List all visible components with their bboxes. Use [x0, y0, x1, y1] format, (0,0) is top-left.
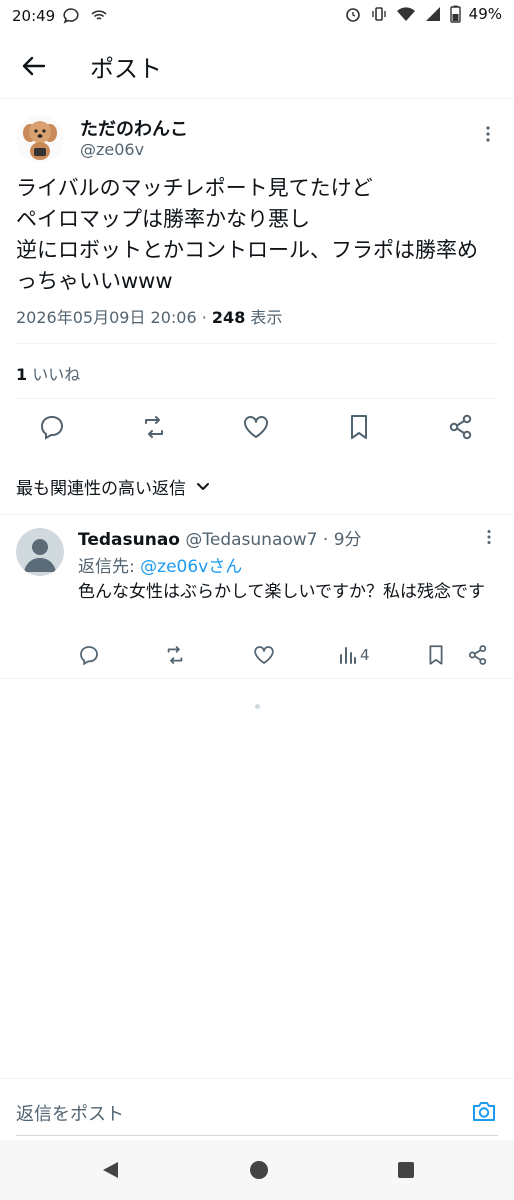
reply-sort-dropdown[interactable]: 最も関連性の高い返信 [16, 474, 210, 499]
alarm-icon [344, 5, 362, 23]
reply-share-button[interactable] [466, 643, 490, 667]
likes-label: いいね [32, 365, 81, 384]
page-title: ポスト [90, 55, 162, 83]
reply-to-line: 返信先: @ze06vさん [78, 552, 242, 577]
reply-button[interactable] [37, 412, 67, 442]
share-button[interactable] [446, 412, 476, 442]
bookmark-icon [429, 645, 443, 665]
bookmark-icon [351, 415, 367, 439]
divider [16, 343, 498, 344]
default-avatar-icon [24, 539, 56, 572]
nav-recents-button[interactable] [397, 1161, 415, 1179]
reply-like-button[interactable] [252, 643, 276, 667]
like-icon [254, 646, 274, 664]
reply-icon [40, 415, 64, 440]
reply-bookmark-button[interactable] [424, 643, 448, 667]
views-icon [340, 647, 356, 664]
circle-home-icon [250, 1161, 268, 1179]
bookmark-button[interactable] [344, 412, 374, 442]
author-avatar[interactable] [16, 115, 64, 163]
reply-avatar[interactable] [16, 528, 64, 576]
status-time: 20:49 [12, 7, 56, 25]
likes-summary[interactable]: 1 いいね [16, 361, 80, 385]
reply-icon [80, 646, 98, 666]
reply-reply-button[interactable] [77, 643, 101, 667]
triangle-back-icon [103, 1162, 118, 1178]
share-icon [449, 414, 472, 440]
chat-bubble-icon [62, 7, 80, 25]
battery-icon [449, 5, 461, 23]
battery-level: 49% [468, 5, 502, 23]
tweet-date[interactable]: 2026年05月09日 20:06 [16, 308, 197, 327]
reply-text: 色んな女性はぶらかして楽しいですか？私は残念です [78, 582, 485, 602]
signal-icon [424, 5, 442, 23]
more-icon [487, 530, 491, 544]
reply-to-handle[interactable]: @ze06vさん [140, 557, 242, 577]
reply-separator: · [322, 530, 329, 550]
tweet-meta: 2026年05月09日 20:06 · 248 表示 [16, 304, 282, 328]
header: ポスト [0, 32, 514, 99]
reply-header: Tedasunao @Tedasunaow7 · 9分 [78, 525, 362, 550]
reply-author-handle[interactable]: @Tedasunaow7 [185, 530, 317, 550]
reply-composer[interactable]: 返信をポスト [0, 1078, 514, 1141]
divider [0, 514, 514, 515]
reply-time[interactable]: 9分 [334, 530, 362, 550]
view-label: 表示 [250, 308, 283, 327]
status-icons: 49% [344, 5, 502, 23]
compose-underline [16, 1135, 498, 1136]
wifi-icon [396, 5, 416, 23]
camera-icon [473, 1102, 495, 1121]
divider [0, 678, 514, 679]
sort-label: 最も関連性の高い返信 [16, 479, 186, 499]
chevron-down-icon [197, 482, 209, 490]
wifi-call-icon [90, 7, 108, 25]
repost-button[interactable] [139, 412, 169, 442]
repost-icon [167, 646, 183, 664]
nav-back-button[interactable] [100, 1160, 120, 1180]
share-icon [468, 645, 487, 665]
reply-views-button[interactable]: 4 [338, 645, 370, 665]
author-name[interactable]: ただのわんこ [80, 115, 188, 141]
reply-author-name[interactable]: Tedasunao [78, 530, 180, 550]
loading-indicator [255, 704, 260, 709]
compose-placeholder[interactable]: 返信をポスト [16, 1100, 124, 1126]
reply-repost-button[interactable] [163, 643, 187, 667]
reply-to-label: 返信先: [78, 557, 135, 577]
tweet-text: ライバルのマッチレポート見てたけど ペイロマップは勝率かなり悪し 逆にロボットと… [16, 176, 478, 293]
view-count: 248 [211, 308, 246, 327]
likes-count: 1 [16, 365, 28, 384]
system-nav-bar [0, 1140, 514, 1200]
dog-avatar-icon [16, 115, 64, 163]
divider [16, 398, 498, 399]
reply-more-button[interactable] [480, 528, 498, 546]
more-icon [486, 126, 490, 142]
repost-icon [145, 416, 163, 438]
more-options-button[interactable] [478, 124, 498, 144]
author-handle[interactable]: @ze06v [80, 140, 144, 159]
square-recents-icon [398, 1162, 414, 1178]
nav-home-button[interactable] [249, 1160, 269, 1180]
back-button[interactable] [18, 50, 50, 82]
back-arrow-icon [22, 56, 46, 76]
vibrate-icon [370, 5, 388, 23]
meta-separator: · [201, 308, 207, 327]
like-icon [244, 416, 268, 438]
like-button[interactable] [241, 412, 271, 442]
reply-views-count: 4 [360, 646, 370, 664]
status-bar: 20:49 49% [0, 0, 514, 32]
camera-button[interactable] [470, 1097, 498, 1125]
